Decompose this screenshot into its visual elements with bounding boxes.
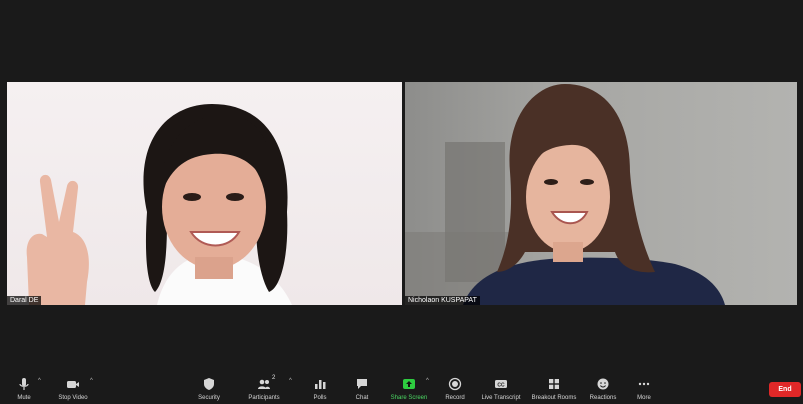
- svg-text:CC: CC: [497, 382, 505, 388]
- people-icon: [255, 376, 273, 392]
- more-button[interactable]: More: [634, 376, 654, 404]
- record-label: Record: [445, 395, 465, 401]
- participants-button[interactable]: Participants: [246, 376, 282, 404]
- more-label: More: [637, 395, 651, 401]
- record-icon: [446, 376, 464, 392]
- security-button[interactable]: Security: [196, 376, 222, 404]
- mute-button[interactable]: Mute: [14, 376, 34, 404]
- share-screen-label: Share Screen: [390, 395, 428, 401]
- video-tile-1[interactable]: Daral DE: [7, 82, 402, 305]
- participant-name-tag: Nicholaon KUSPAPAT: [405, 296, 480, 305]
- polls-label: Polls: [313, 395, 327, 401]
- mute-options-caret[interactable]: ^: [38, 378, 41, 384]
- ellipsis-icon: [635, 376, 653, 392]
- mute-label: Mute: [17, 395, 31, 401]
- chat-bubble-icon: [353, 376, 371, 392]
- participants-options-caret[interactable]: ^: [289, 378, 292, 384]
- record-button[interactable]: Record: [445, 376, 465, 404]
- share-arrow-icon: [400, 376, 418, 392]
- polls-button[interactable]: Polls: [310, 376, 330, 404]
- share-screen-button[interactable]: Share Screen: [388, 376, 430, 404]
- smiley-icon: [594, 376, 612, 392]
- participant-video-2: [405, 84, 725, 305]
- participant-count: 2: [272, 375, 276, 381]
- participant-name-tag: Daral DE: [7, 296, 42, 305]
- bar-chart-icon: [311, 376, 329, 392]
- stop-video-button[interactable]: Stop Video: [55, 376, 91, 404]
- end-meeting-button[interactable]: End: [769, 382, 801, 397]
- security-label: Security: [198, 395, 220, 401]
- cc-icon: CC: [492, 376, 510, 392]
- microphone-icon: [15, 376, 33, 392]
- share-options-caret[interactable]: ^: [426, 378, 429, 384]
- participants-label: Participants: [248, 395, 280, 401]
- video-tile-2[interactable]: Nicholaon KUSPAPAT: [405, 82, 797, 305]
- chat-label: Chat: [355, 395, 369, 401]
- video-options-caret[interactable]: ^: [90, 378, 93, 384]
- shield-icon: [200, 376, 218, 392]
- reactions-label: Reactions: [589, 395, 617, 401]
- reactions-button[interactable]: Reactions: [588, 376, 618, 404]
- stop-video-label: Stop Video: [58, 395, 88, 401]
- live-transcript-button[interactable]: CC Live Transcript: [480, 376, 522, 404]
- video-camera-icon: [64, 376, 82, 392]
- live-transcript-label: Live Transcript: [481, 395, 521, 401]
- breakout-rooms-button[interactable]: Breakout Rooms: [530, 376, 578, 404]
- participant-video-1: [26, 104, 292, 305]
- chat-button[interactable]: Chat: [352, 376, 372, 404]
- breakout-rooms-label: Breakout Rooms: [531, 395, 577, 401]
- grid-icon: [545, 376, 563, 392]
- meeting-toolbar: Mute ^ Stop Video ^ Security Participant…: [0, 372, 803, 404]
